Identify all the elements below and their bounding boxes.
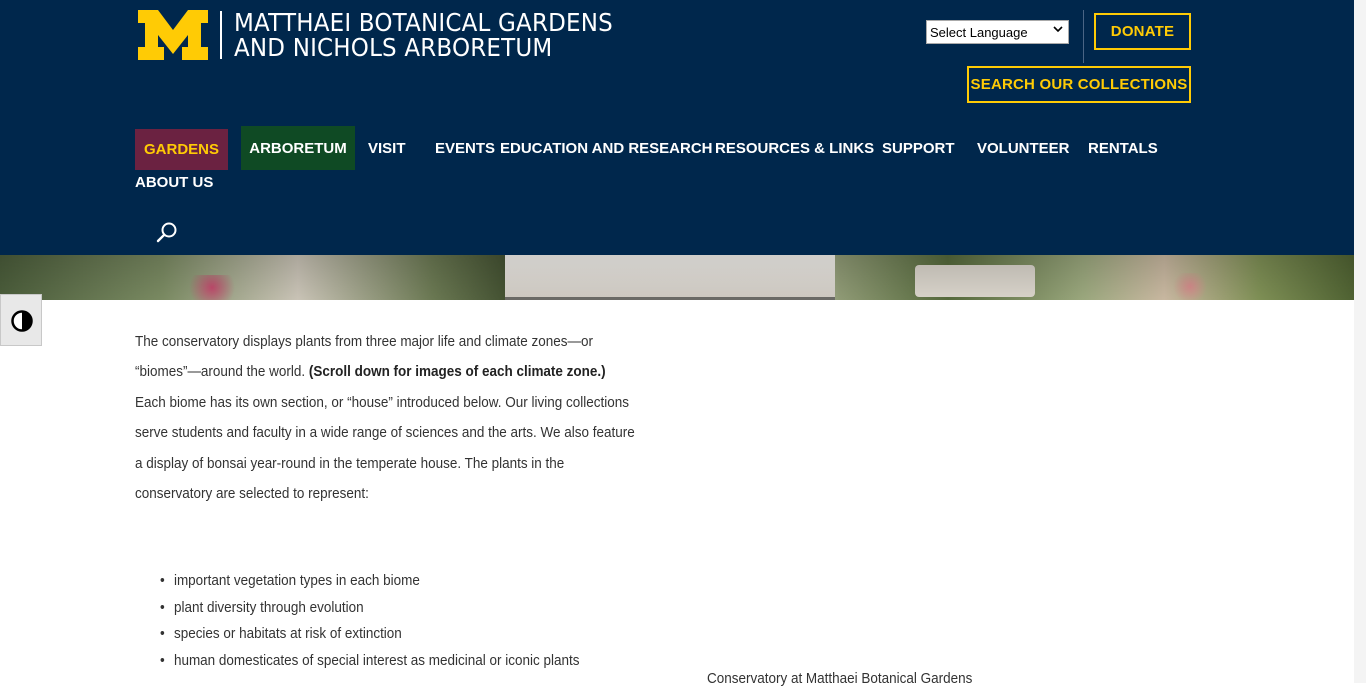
nav-support[interactable]: SUPPORT (882, 138, 955, 158)
list-item: human domesticates of special interest a… (160, 648, 579, 675)
hero-image-detail (915, 265, 1035, 297)
nav-events[interactable]: EVENTS (435, 138, 495, 158)
contrast-toggle-button[interactable] (0, 294, 42, 346)
nav-resources-links[interactable]: RESOURCES & LINKS (715, 138, 874, 158)
nav-arboretum[interactable]: ARBORETUM (241, 126, 355, 170)
donate-button[interactable]: DONATE (1094, 13, 1191, 50)
intro-paragraph: The conservatory displays plants from th… (135, 327, 637, 509)
intro-text-part-2: Each biome has its own section, or “hous… (135, 394, 635, 503)
chevron-down-icon (1053, 25, 1063, 36)
hero-image (0, 255, 1354, 300)
logo-line-1: MATTHAEI BOTANICAL GARDENS (234, 8, 613, 37)
list-item: plant diversity through evolution (160, 595, 579, 622)
site-logo[interactable]: MATTHAEI BOTANICAL GARDENS AND NICHOLS A… (138, 10, 646, 60)
block-m-logo-icon (138, 10, 208, 60)
logo-divider (220, 11, 222, 59)
search-collections-button[interactable]: SEARCH OUR COLLECTIONS (967, 66, 1191, 103)
language-select-value: Select Language (930, 24, 1028, 40)
list-item: species or habitats at risk of extinctio… (160, 621, 579, 648)
search-icon[interactable] (156, 221, 178, 243)
header-divider (1083, 10, 1084, 63)
nav-visit[interactable]: VISIT (368, 138, 406, 158)
contrast-toggle-icon (11, 310, 33, 332)
nav-volunteer[interactable]: VOLUNTEER (977, 138, 1070, 158)
nav-rentals[interactable]: RENTALS (1088, 138, 1158, 158)
hero-image-detail (505, 255, 835, 300)
intro-text-bold: (Scroll down for images of each climate … (308, 364, 606, 381)
site-header: MATTHAEI BOTANICAL GARDENS AND NICHOLS A… (0, 0, 1354, 255)
nav-about-us[interactable]: ABOUT US (135, 172, 213, 192)
list-item: important vegetation types in each biome (160, 568, 579, 595)
hero-image-detail (1170, 273, 1210, 300)
page-scrollbar[interactable] (1354, 0, 1366, 683)
plant-criteria-list: important vegetation types in each biome… (160, 568, 611, 674)
nav-education-research[interactable]: EDUCATION AND RESEARCH (500, 138, 713, 158)
language-select[interactable]: Select Language (926, 20, 1069, 44)
hero-image-detail (182, 275, 242, 300)
logo-wordmark: MATTHAEI BOTANICAL GARDENS AND NICHOLS A… (234, 10, 613, 60)
nav-gardens[interactable]: GARDENS (135, 129, 228, 170)
image-caption: Conservatory at Matthaei Botanical Garde… (707, 671, 973, 687)
logo-line-2: AND NICHOLS ARBORETUM (234, 33, 553, 62)
